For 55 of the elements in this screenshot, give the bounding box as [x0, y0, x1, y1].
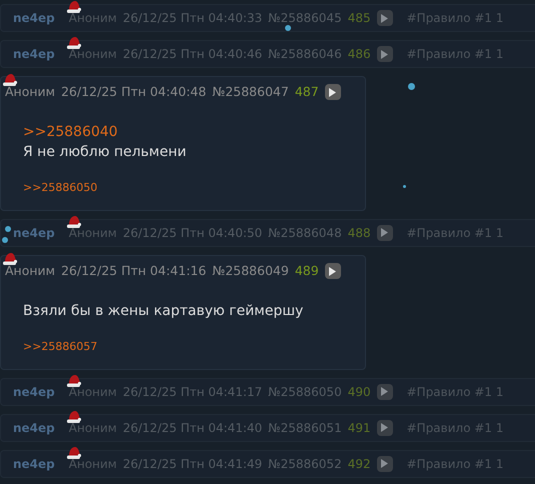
- author-name: Аноним: [5, 262, 56, 278]
- quote-link[interactable]: >>25886040: [23, 122, 365, 142]
- author-name: Аноним: [5, 84, 56, 99]
- hidden-label: ne4ep: [13, 420, 55, 436]
- play-button[interactable]: [324, 263, 341, 280]
- play-icon: [381, 387, 388, 396]
- play-button[interactable]: [324, 84, 341, 100]
- post-date: 26/12/25 Птн 04:40:46: [122, 46, 262, 63]
- post-index: 488: [348, 224, 371, 242]
- santa-hat-icon: [2, 252, 18, 266]
- post-number[interactable]: №25886052: [268, 454, 342, 472]
- santa-hat-icon: [66, 446, 82, 460]
- play-icon: [381, 14, 388, 22]
- play-icon: [381, 50, 388, 58]
- santa-hat-icon: [66, 214, 82, 229]
- santa-hat-icon: [66, 36, 82, 50]
- post-number[interactable]: №25886046: [268, 45, 342, 63]
- play-icon: [329, 88, 336, 97]
- santa-hat-icon: [2, 73, 18, 87]
- post-index: 487: [294, 83, 319, 101]
- post-text: Взяли бы в жены картавую геймершу: [23, 302, 304, 320]
- santa-hat-icon: [66, 410, 82, 424]
- hidden-label: ne4ep: [13, 46, 55, 63]
- post-number[interactable]: №25886051: [268, 418, 342, 436]
- post-index: 486: [348, 46, 371, 63]
- post-number[interactable]: №25886048: [268, 224, 342, 242]
- post-date: 26/12/25 Птн 04:40:50: [122, 224, 262, 242]
- play-icon: [381, 228, 388, 238]
- hidden-label: ne4ep: [13, 456, 55, 472]
- play-icon: [381, 423, 388, 432]
- post-date: 26/12/25 Птн 04:41:40: [122, 420, 262, 436]
- post-index: 491: [348, 420, 371, 436]
- reply-link[interactable]: >>25886057: [23, 336, 98, 356]
- post-index: 492: [348, 456, 371, 472]
- post-number[interactable]: №25886050: [268, 382, 342, 400]
- hidden-label: ne4ep: [13, 10, 55, 27]
- reply-link[interactable]: >>25886050: [23, 178, 98, 198]
- santa-hat-icon: [66, 0, 82, 14]
- post-date: 26/12/25 Птн 04:41:16: [61, 262, 206, 280]
- post-text: Я не люблю пельмени: [23, 142, 188, 162]
- post-date: 26/12/25 Птн 04:40:48: [61, 83, 206, 101]
- post-number[interactable]: №25886045: [268, 9, 342, 27]
- santa-hat-icon: [66, 374, 82, 388]
- post-index: 490: [348, 384, 371, 400]
- post-date: 26/12/25 Птн 04:41:49: [122, 456, 262, 472]
- play-icon: [381, 459, 388, 468]
- hidden-label: ne4ep: [13, 224, 55, 242]
- post-index: 485: [348, 10, 371, 27]
- post-date: 26/12/25 Птн 04:40:33: [122, 10, 262, 27]
- post-index: 489: [294, 262, 319, 280]
- post-number[interactable]: №25886049: [212, 262, 289, 280]
- post-date: 26/12/25 Птн 04:41:17: [122, 384, 262, 400]
- play-icon: [329, 266, 336, 276]
- post-number[interactable]: №25886047: [212, 83, 289, 102]
- hidden-label: ne4ep: [13, 384, 55, 400]
